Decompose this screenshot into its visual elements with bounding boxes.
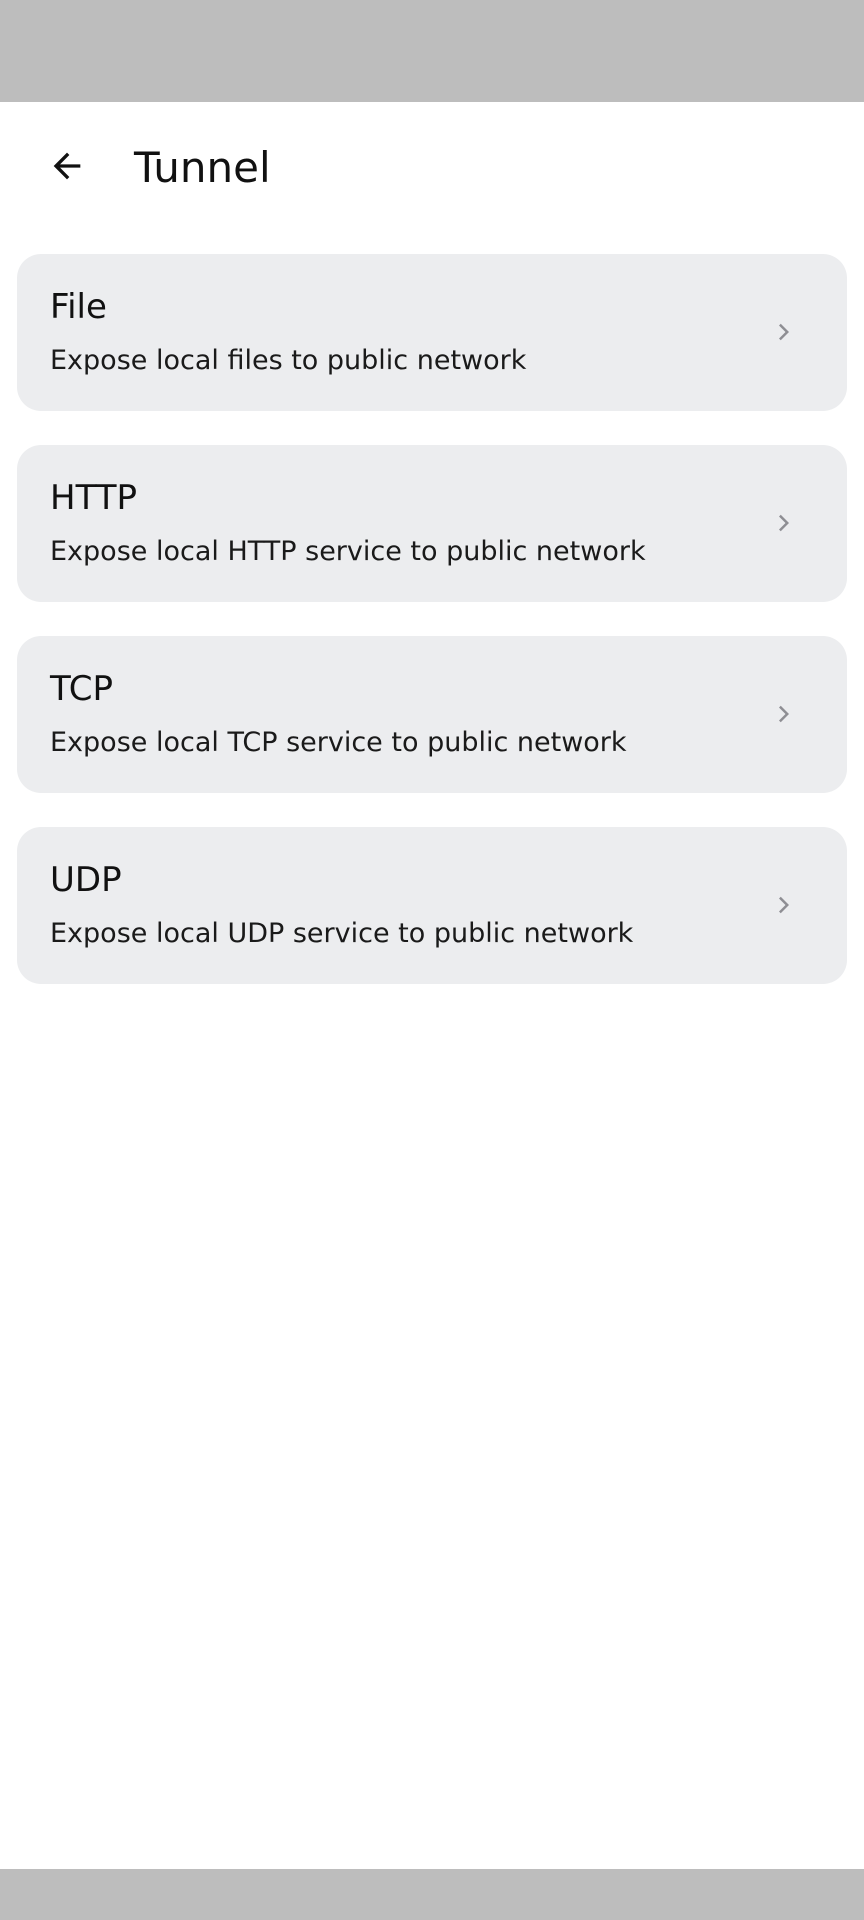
item-title: UDP [50, 860, 122, 900]
app-bar: Tunnel [0, 102, 864, 238]
item-title: File [50, 287, 107, 327]
tunnel-item-tcp[interactable]: TCP Expose local TCP service to public n… [17, 636, 847, 793]
tunnel-item-http[interactable]: HTTP Expose local HTTP service to public… [17, 445, 847, 602]
item-subtitle: Expose local HTTP service to public netw… [50, 536, 646, 567]
item-subtitle: Expose local files to public network [50, 345, 527, 376]
item-subtitle: Expose local TCP service to public netwo… [50, 727, 627, 758]
tunnel-item-file[interactable]: File Expose local files to public networ… [17, 254, 847, 411]
item-title: HTTP [50, 478, 138, 518]
item-subtitle: Expose local UDP service to public netwo… [50, 918, 634, 949]
status-bar [0, 0, 864, 102]
tunnel-item-udp[interactable]: UDP Expose local UDP service to public n… [17, 827, 847, 984]
chevron-right-icon [767, 887, 803, 923]
item-title: TCP [50, 669, 114, 709]
page-title: Tunnel [134, 143, 271, 192]
arrow-back-icon [47, 146, 87, 190]
chevron-right-icon [767, 696, 803, 732]
navigation-bar [0, 1869, 864, 1920]
back-button[interactable] [34, 135, 100, 201]
tunnel-type-list: File Expose local files to public networ… [17, 254, 847, 1018]
chevron-right-icon [767, 505, 803, 541]
chevron-right-icon [767, 314, 803, 350]
